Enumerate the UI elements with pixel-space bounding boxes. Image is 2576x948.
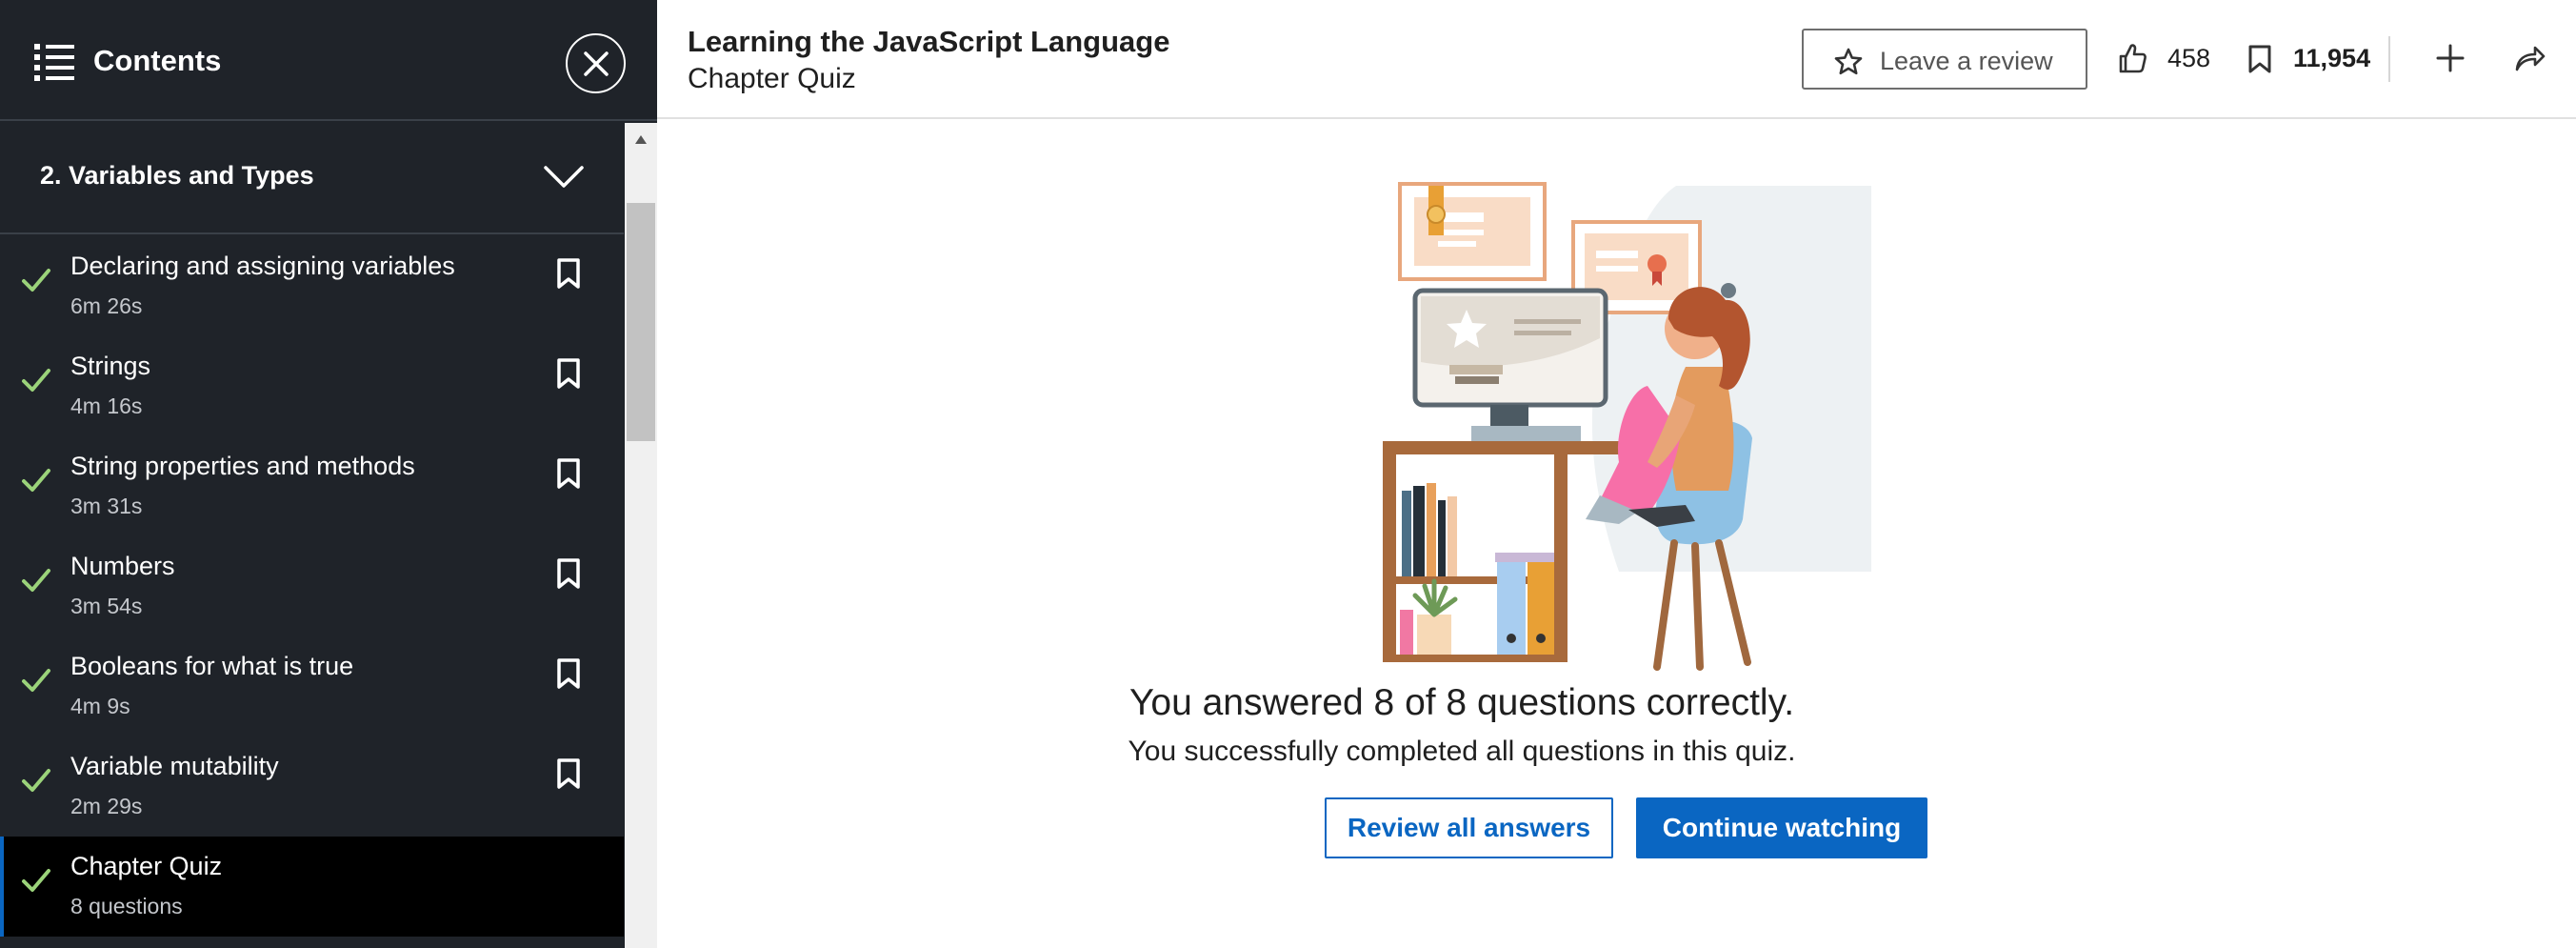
lesson-duration: 2m 29s <box>70 794 143 818</box>
lesson-title: Numbers <box>70 552 175 580</box>
lesson-item-numbers[interactable]: Numbers 3m 54s <box>0 536 624 636</box>
check-icon <box>22 469 50 492</box>
scrollbar-thumb[interactable] <box>627 203 655 441</box>
close-sidebar-button[interactable] <box>566 33 626 93</box>
lesson-title: Strings <box>70 352 151 380</box>
bookmark-icon[interactable] <box>556 557 581 590</box>
check-icon <box>22 669 50 692</box>
lesson-title: String properties and methods <box>70 452 415 480</box>
leave-review-button[interactable]: Leave a review <box>1802 29 2087 90</box>
bookmark-icon[interactable] <box>556 657 581 690</box>
header-divider <box>2388 36 2390 82</box>
chapter-section-header[interactable]: 2. Variables and Types <box>0 123 624 234</box>
lesson-item-declaring-variables[interactable]: Declaring and assigning variables 6m 26s <box>0 236 624 336</box>
lesson-duration: 4m 9s <box>70 694 130 718</box>
contents-sidebar: Contents 2. Variables and Types Declarin… <box>0 0 657 948</box>
save-count: 11,954 <box>2293 44 2371 72</box>
like-count: 458 <box>2167 44 2211 72</box>
sidebar-title: Contents <box>93 44 222 77</box>
course-header: Learning the JavaScript Language Chapter… <box>657 0 2576 119</box>
lesson-title: Booleans for what is true <box>70 652 354 680</box>
quiz-result-subtitle: You successfully completed all questions… <box>1128 736 1796 767</box>
review-all-answers-button[interactable]: Review all answers <box>1325 797 1613 858</box>
bookmark-icon[interactable] <box>556 257 581 290</box>
quiz-complete-illustration <box>1383 182 1871 671</box>
chevron-down-icon <box>544 166 584 188</box>
leave-review-label: Leave a review <box>1880 47 2053 75</box>
lesson-duration: 4m 16s <box>70 393 143 418</box>
check-icon <box>22 869 50 892</box>
check-icon <box>22 769 50 792</box>
plus-icon[interactable] <box>2436 44 2465 72</box>
scroll-up-arrow-icon[interactable] <box>635 135 647 144</box>
lesson-duration: 3m 54s <box>70 594 143 618</box>
lesson-item-chapter-quiz[interactable]: Chapter Quiz 8 questions <box>0 837 624 937</box>
lesson-item-variable-mutability[interactable]: Variable mutability 2m 29s <box>0 736 624 837</box>
quiz-result-title: You answered 8 of 8 questions correctly. <box>1128 682 1795 723</box>
lesson-title: Declaring and assigning variables <box>70 252 455 280</box>
check-icon <box>22 269 50 292</box>
lesson-item-booleans[interactable]: Booleans for what is true 4m 9s <box>0 636 624 736</box>
current-item-title: Chapter Quiz <box>688 63 856 94</box>
contents-list: 2. Variables and Types Declaring and ass… <box>0 123 624 948</box>
check-icon <box>22 569 50 592</box>
lesson-item-strings[interactable]: Strings 4m 16s <box>0 336 624 436</box>
check-icon <box>22 369 50 392</box>
lesson-duration: 3m 31s <box>70 494 143 518</box>
share-icon[interactable] <box>2514 44 2546 72</box>
list-icon <box>34 44 74 81</box>
star-icon <box>1834 48 1863 75</box>
lesson-item-string-properties[interactable]: String properties and methods 3m 31s <box>0 436 624 536</box>
thumbs-up-icon[interactable] <box>2116 42 2148 74</box>
bookmark-icon[interactable] <box>556 757 581 790</box>
quiz-question-count: 8 questions <box>70 894 183 918</box>
bookmark-icon[interactable] <box>556 457 581 490</box>
sidebar-scrollbar[interactable] <box>625 123 657 948</box>
lesson-title: Chapter Quiz <box>70 852 223 880</box>
bookmark-icon[interactable] <box>2247 44 2272 74</box>
chapter-title: 2. Variables and Types <box>40 161 314 190</box>
sidebar-header: Contents <box>0 0 657 121</box>
lesson-title: Variable mutability <box>70 752 279 780</box>
course-title: Learning the JavaScript Language <box>688 25 1170 58</box>
bookmark-icon[interactable] <box>556 357 581 390</box>
continue-watching-button[interactable]: Continue watching <box>1636 797 1927 858</box>
close-icon <box>584 51 609 76</box>
lesson-duration: 6m 26s <box>70 293 143 318</box>
